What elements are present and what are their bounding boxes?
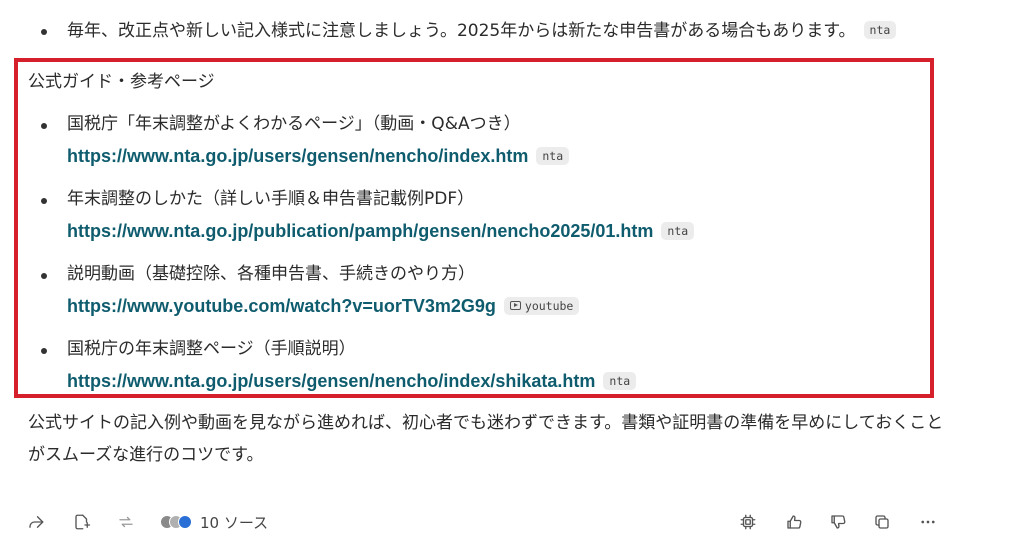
share-icon[interactable]: [24, 510, 48, 534]
sources-button[interactable]: 10 ソース: [160, 510, 268, 534]
list-item-text: 毎年、改正点や新しい記入様式に注意しましょう。2025年からは新たな申告書がある…: [67, 21, 856, 41]
action-bar: 10 ソース: [0, 506, 1024, 538]
source-badge[interactable]: nta: [863, 21, 897, 39]
link-row: https://www.nta.go.jp/users/gensen/nench…: [67, 369, 637, 394]
bullet-dot: [41, 29, 47, 35]
answer-panel: 毎年、改正点や新しい記入様式に注意しましょう。2025年からは新たな申告書がある…: [0, 0, 1024, 550]
copy-model-icon[interactable]: [736, 510, 760, 534]
list-item-label: 国税庁「年末調整がよくわかるページ」（動画・Q&Aつき）: [67, 114, 521, 134]
guide-link[interactable]: https://www.nta.go.jp/users/gensen/nench…: [67, 146, 528, 166]
list-item: 毎年、改正点や新しい記入様式に注意しましょう。2025年からは新たな申告書がある…: [36, 18, 996, 44]
source-favicons: [160, 515, 192, 529]
source-badge-youtube[interactable]: youtube: [503, 296, 580, 315]
bullet-dot: [41, 273, 47, 279]
thumbs-up-icon[interactable]: [782, 510, 806, 534]
list-item: 国税庁の年末調整ページ（手順説明） https://www.nta.go.jp/…: [36, 335, 916, 410]
play-icon: [509, 301, 521, 310]
export-icon[interactable]: [70, 510, 94, 534]
list-item-label: 説明動画（基礎控除、各種申告書、手続きのやり方）: [67, 264, 475, 284]
list-item: 説明動画（基礎控除、各種申告書、手続きのやり方） https://www.you…: [36, 260, 916, 335]
bullet-dot: [41, 348, 47, 354]
list-item: 年末調整のしかた（詳しい手順＆申告書記載例PDF） https://www.nt…: [36, 185, 916, 260]
source-favicon: [178, 515, 192, 529]
link-row: https://www.nta.go.jp/publication/pamph/…: [67, 219, 695, 244]
source-badge-label: youtube: [524, 298, 574, 313]
thumbs-down-icon[interactable]: [826, 510, 850, 534]
section-title: 公式ガイド・参考ページ: [28, 72, 215, 92]
link-row: https://www.nta.go.jp/users/gensen/nench…: [67, 144, 570, 169]
summary-paragraph: 公式サイトの記入例や動画を見ながら進めれば、初心者でも迷わずできます。書類や証明…: [28, 413, 944, 465]
guide-link[interactable]: https://www.nta.go.jp/users/gensen/nench…: [67, 371, 595, 391]
regenerate-icon[interactable]: [114, 510, 138, 534]
sources-label: 10 ソース: [200, 513, 269, 532]
link-row: https://www.youtube.com/watch?v=uorTV3m2…: [67, 294, 580, 319]
bullet-dot: [41, 123, 47, 129]
source-badge[interactable]: nta: [661, 222, 695, 240]
list-item: 国税庁「年末調整がよくわかるページ」（動画・Q&Aつき） https://www…: [36, 110, 916, 185]
more-icon[interactable]: [916, 510, 940, 534]
list-item-label: 年末調整のしかた（詳しい手順＆申告書記載例PDF）: [67, 189, 475, 209]
guide-link[interactable]: https://www.nta.go.jp/publication/pamph/…: [67, 221, 653, 241]
guide-link[interactable]: https://www.youtube.com/watch?v=uorTV3m2…: [67, 296, 496, 316]
source-badge[interactable]: nta: [536, 147, 570, 165]
list-item-label: 国税庁の年末調整ページ（手順説明）: [67, 339, 356, 359]
source-badge[interactable]: nta: [603, 372, 637, 390]
bullet-dot: [41, 198, 47, 204]
copy-icon[interactable]: [870, 510, 894, 534]
guide-list: 国税庁「年末調整がよくわかるページ」（動画・Q&Aつき） https://www…: [36, 110, 916, 410]
